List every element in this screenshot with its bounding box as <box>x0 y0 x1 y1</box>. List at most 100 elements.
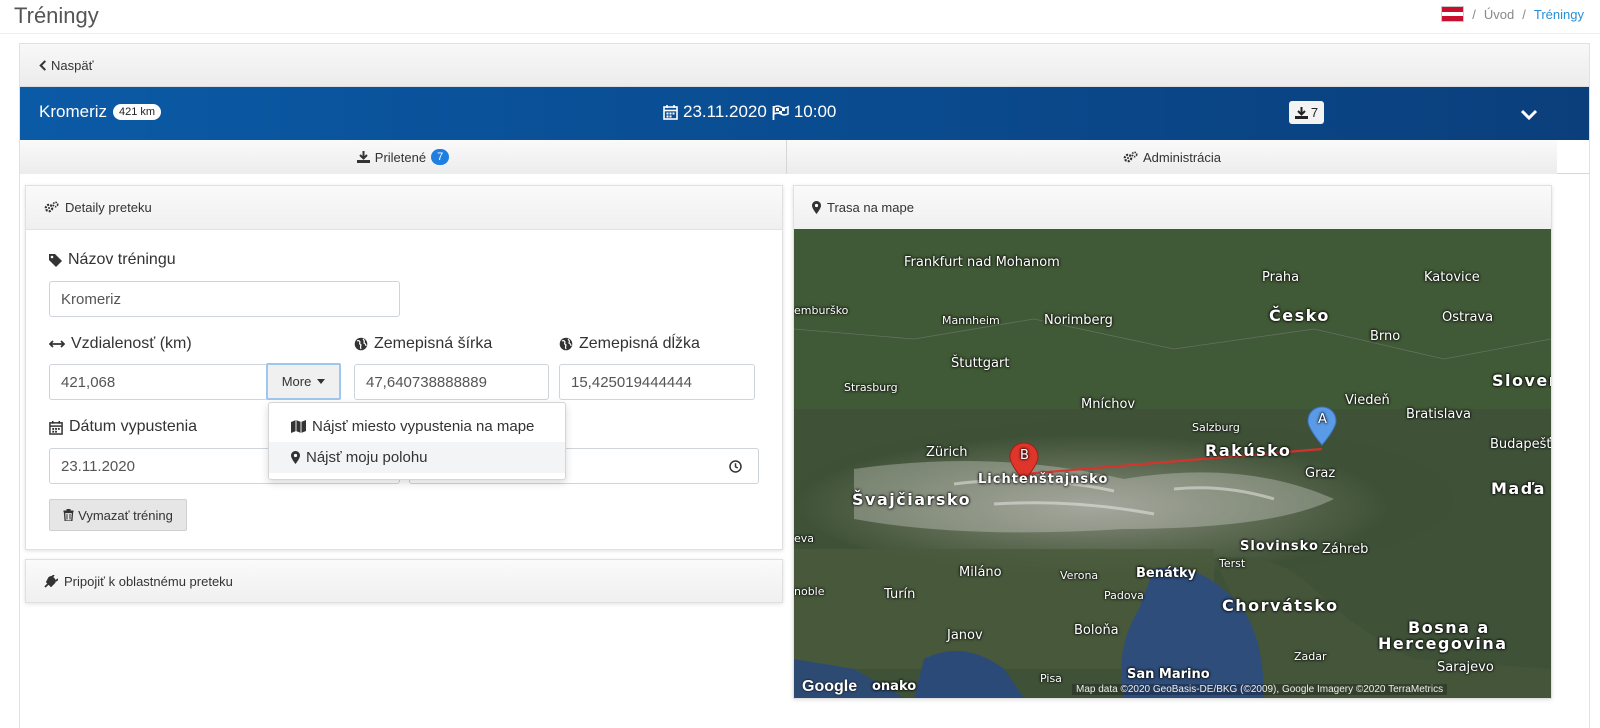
distance-label: Vzdialenosť (km) <box>49 335 192 353</box>
distance-label-text: Vzdialenosť (km) <box>71 335 192 352</box>
latitude-input[interactable]: 47,640738888889 <box>354 364 549 400</box>
details-header[interactable]: Detaily preteku <box>26 186 782 230</box>
map-label-wurzburg: emburško <box>794 304 849 317</box>
map-label-frankfurt: Frankfurt nad Mohanom <box>904 255 1060 270</box>
find-release-on-map-label: Nájsť miesto vypustenia na mape <box>312 418 535 435</box>
distance-input[interactable]: 421,068 <box>49 364 268 400</box>
map-label-stuttgart: Štuttgart <box>951 356 1010 371</box>
google-logo[interactable]: Google <box>802 678 857 696</box>
breadcrumb-separator: / <box>1522 6 1526 22</box>
austria-flag-icon[interactable] <box>1441 6 1465 22</box>
clock-icon[interactable] <box>729 460 742 473</box>
map-label-strasburg: Strasburg <box>844 381 898 394</box>
name-label: Názov tréningu <box>49 251 176 269</box>
breadcrumb-home[interactable]: Úvod <box>1484 7 1514 22</box>
marker-b-label: B <box>1020 448 1029 463</box>
map-label-svajciarsko: Švajčiarsko <box>852 490 972 509</box>
race-name: Kromeriz <box>39 102 108 121</box>
chevron-left-icon <box>39 60 47 71</box>
map-label-rakusko: Rakúsko <box>1205 441 1292 460</box>
map-label-slovensko: Sloven <box>1492 371 1551 390</box>
distance-badge: 421 km <box>113 104 162 120</box>
map-label-zeneva: eva <box>794 532 815 545</box>
arrivals-button[interactable]: 7 <box>1289 101 1324 124</box>
join-regional-label: Pripojiť k oblastnému preteku <box>64 573 233 589</box>
delete-training-button[interactable]: Vymazať tréning <box>49 499 187 531</box>
map-label-mannheim: Mannheim <box>942 314 1000 327</box>
more-button[interactable]: More <box>266 363 341 400</box>
map-label-zahreb: Záhreb <box>1322 542 1369 557</box>
gears-icon <box>1123 150 1138 162</box>
map-attribution[interactable]: Map data ©2020 GeoBasis-DE/BKG (©2009), … <box>1072 684 1448 695</box>
map-label-madarsko: Maďa <box>1491 479 1546 498</box>
calendar-icon <box>49 420 63 435</box>
back-label: Naspäť <box>51 58 94 73</box>
map-icon <box>291 420 306 433</box>
longitude-input[interactable]: 15,425019444444 <box>559 364 755 400</box>
satellite-map[interactable]: A B Frankfurt nad Mohanom Praha Katovice… <box>794 229 1551 698</box>
map-label-janov: Janov <box>947 628 983 643</box>
caret-down-icon <box>317 379 326 384</box>
details-title: Detaily preteku <box>65 200 152 215</box>
map-panel-header: Trasa na mape <box>794 186 1551 230</box>
map-label-norimberg: Norimberg <box>1044 313 1113 328</box>
map-label-grenoble: noble <box>794 585 825 598</box>
map-label-verona: Verona <box>1060 569 1099 582</box>
globe-icon <box>354 337 368 351</box>
breadcrumb-current[interactable]: Tréningy <box>1534 7 1584 22</box>
map-label-vieden: Viedeň <box>1345 393 1390 408</box>
map-label-zadar: Zadar <box>1294 650 1327 663</box>
chevron-down-icon[interactable] <box>1519 104 1539 124</box>
tabs: Priletené 7 Administrácia <box>20 140 1589 174</box>
name-input[interactable]: Kromeriz <box>49 281 400 317</box>
race-title: Kromeriz 421 km <box>39 102 162 122</box>
tag-icon <box>49 253 62 267</box>
map-label-salzburg: Salzburg <box>1192 421 1240 434</box>
latitude-label: Zemepisná šírka <box>354 335 492 353</box>
map-label-zurich: Zürich <box>926 445 968 460</box>
breadcrumb-separator: / <box>1472 6 1476 22</box>
flag-checkered-icon <box>772 104 789 120</box>
find-my-location-item[interactable]: Nájsť moju polohu <box>269 442 565 473</box>
tab-administration[interactable]: Administrácia <box>787 140 1557 174</box>
breadcrumb: / Úvod / Tréningy <box>1441 6 1584 22</box>
longitude-label-text: Zemepisná dĺžka <box>579 335 700 352</box>
map-label-sanmarino: San Marino <box>1127 667 1210 682</box>
map-label-graz: Graz <box>1305 466 1336 481</box>
find-release-on-map-item[interactable]: Nájsť miesto vypustenia na mape <box>269 411 565 442</box>
join-regional-header[interactable]: Pripojiť k oblastnému preteku <box>26 560 782 602</box>
map-label-chorvatsko: Chorvátsko <box>1222 596 1339 615</box>
race-header-bar: Kromeriz 421 km 23.11.2020 10:00 7 <box>20 87 1589 140</box>
page-title: Tréningy <box>14 3 99 28</box>
tab-administration-label: Administrácia <box>1142 149 1222 165</box>
tab-arrived-label: Priletené <box>374 149 427 165</box>
more-dropdown-menu: Nájsť miesto vypustenia na mape Nájsť mo… <box>268 402 566 480</box>
tab-arrived-badge: 7 <box>431 149 450 165</box>
download-icon <box>356 151 370 163</box>
race-datetime: 23.11.2020 10:00 <box>663 102 836 122</box>
map-label-sarajevo: Sarajevo <box>1437 660 1494 675</box>
latitude-label-text: Zemepisná šírka <box>374 335 493 352</box>
arrivals-count: 7 <box>1310 105 1319 120</box>
race-date: 23.11.2020 <box>683 102 767 121</box>
map-label-hercegovina: Hercegovina <box>1378 634 1508 653</box>
marker-a-label: A <box>1318 412 1327 427</box>
back-bar: Naspäť <box>20 44 1589 87</box>
map-label-brno: Brno <box>1370 329 1401 344</box>
calendar-icon <box>663 105 678 120</box>
map-label-monako: onako <box>872 679 917 694</box>
map-label-katovice: Katovice <box>1424 270 1480 285</box>
find-my-location-label: Nájsť moju polohu <box>306 449 428 466</box>
map-label-ostrava: Ostrava <box>1442 310 1494 325</box>
tab-arrived[interactable]: Priletené 7 <box>20 140 787 174</box>
download-icon <box>1294 106 1308 119</box>
map-label-bratislava: Bratislava <box>1406 407 1471 422</box>
map-label-cesko: Česko <box>1269 306 1330 325</box>
map-label-milano: Miláno <box>959 565 1002 580</box>
map-label-lichtenstajnsko: Lichtenštajnsko <box>978 472 1109 487</box>
back-button[interactable]: Naspäť <box>39 58 93 73</box>
map-label-bolona: Boloňa <box>1074 623 1119 638</box>
longitude-label: Zemepisná dĺžka <box>559 335 700 353</box>
map-marker-icon <box>812 201 821 214</box>
map-label-budapest: Budapešť <box>1490 437 1551 452</box>
